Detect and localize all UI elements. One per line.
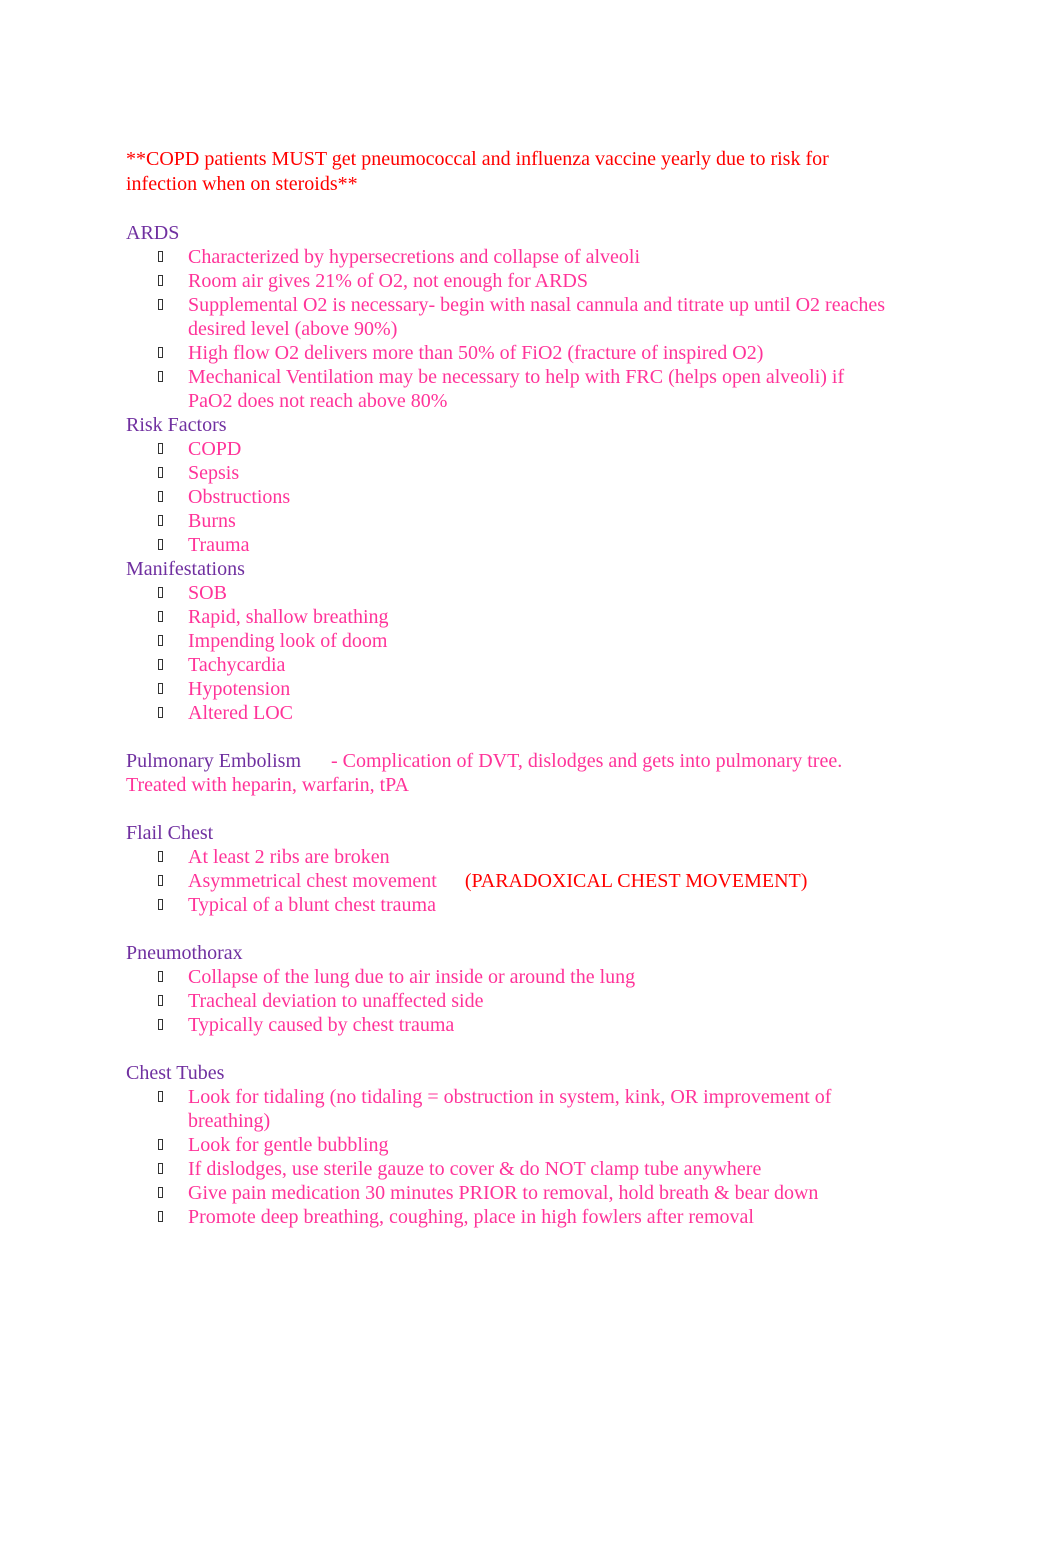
bullet-icon (158, 1187, 163, 1198)
chest-tubes-list: Look for tidaling (no tidaling = obstruc… (126, 1085, 886, 1229)
bullet-icon (158, 443, 163, 454)
flail-chest-list: At least 2 ribs are broken Asymmetrical … (126, 845, 886, 917)
bullet-icon (158, 611, 163, 622)
bullet-icon (158, 299, 163, 310)
list-item: COPD (126, 437, 886, 461)
list-item: If dislodges, use sterile gauze to cover… (126, 1157, 886, 1181)
list-item: Hypotension (126, 677, 886, 701)
pe-description: - Complication of DVT, dislodges and get… (331, 750, 843, 772)
bullet-icon (158, 1211, 163, 1222)
bullet-icon (158, 635, 163, 646)
bullet-icon (158, 851, 163, 862)
list-item: Asymmetrical chest movement (PARADOXICAL … (126, 869, 886, 893)
list-item: Room air gives 21% of O2, not enough for… (126, 269, 886, 293)
list-item: High flow O2 delivers more than 50% of F… (126, 341, 886, 365)
list-item: Mechanical Ventilation may be necessary … (126, 365, 886, 413)
bullet-icon (158, 275, 163, 286)
ards-heading: ARDS (126, 222, 180, 244)
bullet-icon (158, 1139, 163, 1150)
bullet-icon (158, 683, 163, 694)
list-item: Tracheal deviation to unaffected side (126, 989, 886, 1013)
bullet-icon (158, 659, 163, 670)
bullet-icon (158, 539, 163, 550)
list-item: Look for tidaling (no tidaling = obstruc… (126, 1085, 886, 1133)
list-item: Characterized by hypersecretions and col… (126, 245, 886, 269)
list-item: Look for gentle bubbling (126, 1133, 886, 1157)
ards-list: Characterized by hypersecretions and col… (126, 245, 886, 413)
list-item: Typically caused by chest trauma (126, 1013, 886, 1037)
copd-vaccine-warning: **COPD patients MUST get pneumococcal an… (126, 148, 829, 195)
bullet-icon (158, 467, 163, 478)
list-item: Rapid, shallow breathing (126, 605, 886, 629)
bullet-icon (158, 875, 163, 886)
list-item: Trauma (126, 533, 886, 557)
bullet-icon (158, 347, 163, 358)
bullet-icon (158, 515, 163, 526)
bullet-icon (158, 371, 163, 382)
bullet-icon (158, 1091, 163, 1102)
list-item: Tachycardia (126, 653, 886, 677)
pneumothorax-list: Collapse of the lung due to air inside o… (126, 965, 886, 1037)
bullet-icon (158, 491, 163, 502)
list-item: Obstructions (126, 485, 886, 509)
list-item: Supplemental O2 is necessary- begin with… (126, 293, 886, 341)
manifestations-list: SOB Rapid, shallow breathing Impending l… (126, 581, 886, 725)
bullet-icon (158, 707, 163, 718)
manifestations-heading: Manifestations (126, 558, 245, 580)
list-item: Give pain medication 30 minutes PRIOR to… (126, 1181, 886, 1205)
flail-chest-heading: Flail Chest (126, 822, 214, 844)
pneumothorax-heading: Pneumothorax (126, 942, 243, 964)
chest-tubes-heading: Chest Tubes (126, 1062, 225, 1084)
list-item: SOB (126, 581, 886, 605)
bullet-icon (158, 971, 163, 982)
paradoxical-emphasis: (PARADOXICAL CHEST MOVEMENT) (464, 870, 808, 892)
list-item: Burns (126, 509, 886, 533)
list-item: Impending look of doom (126, 629, 886, 653)
document-page: **COPD patients MUST get pneumococcal an… (126, 147, 886, 1229)
list-item: At least 2 ribs are broken (126, 845, 886, 869)
bullet-icon (158, 1019, 163, 1030)
bullet-icon (158, 587, 163, 598)
risk-factors-list: COPD Sepsis Obstructions Burns Trauma (126, 437, 886, 557)
bullet-icon (158, 1163, 163, 1174)
list-item: Sepsis (126, 461, 886, 485)
list-item: Typical of a blunt chest trauma (126, 893, 886, 917)
risk-factors-heading: Risk Factors (126, 414, 227, 436)
bullet-icon (158, 899, 163, 910)
bullet-icon (158, 251, 163, 262)
list-item: Promote deep breathing, coughing, place … (126, 1205, 886, 1229)
pulmonary-embolism-heading: Pulmonary Embolism - Complication of DVT… (126, 750, 843, 772)
bullet-icon (158, 995, 163, 1006)
list-item: Altered LOC (126, 701, 886, 725)
pe-treatment: Treated with heparin, warfarin, tPA (126, 774, 409, 796)
list-item: Collapse of the lung due to air inside o… (126, 965, 886, 989)
